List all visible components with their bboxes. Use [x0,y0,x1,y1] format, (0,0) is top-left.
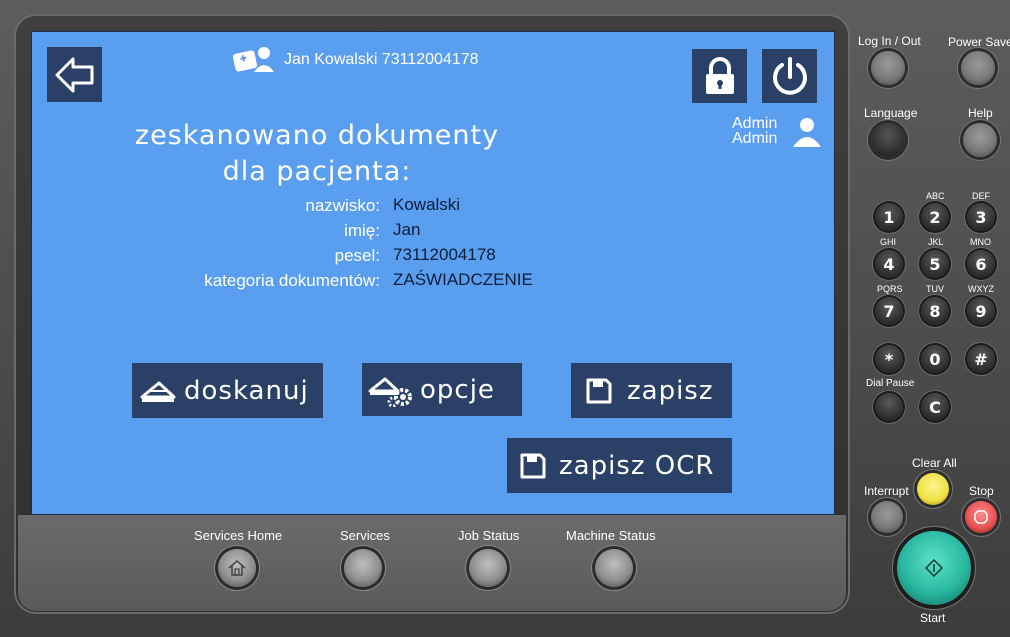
dial-pause-button[interactable] [875,393,903,421]
patient-name-pesel: Jan Kowalski 73112004178 [284,51,479,68]
login-label: Log In / Out [858,34,921,48]
key-3[interactable]: 3 [967,203,995,231]
key-star[interactable]: * [875,345,903,373]
interrupt-button[interactable] [871,501,903,533]
power-icon [772,57,807,95]
start-button[interactable] [897,531,971,605]
language-button[interactable] [871,123,905,157]
lock-icon [705,57,734,94]
back-button[interactable] [47,47,102,102]
power-saver-button[interactable] [961,51,995,85]
scanner-gear-icon [368,377,412,407]
save-ocr-button[interactable]: zapisz OCR [507,438,732,493]
field-label-surname: nazwisko: [305,196,380,215]
key-4[interactable]: 4 [875,250,903,278]
field-value-firstname: Jan [393,220,421,239]
key-8-letters: TUV [926,284,944,294]
title-line-1: zeskanowano dokumenty [134,120,500,151]
options-label: opcje [420,374,495,405]
start-diamond-icon [925,559,943,577]
admin-user-icon [793,118,821,147]
scanner-icon [140,381,176,402]
save-button[interactable]: zapisz [571,363,732,418]
services-label: Services [340,528,390,543]
language-label: Language [864,106,918,120]
key-1[interactable]: 1 [875,203,903,231]
bottom-key-bar [18,515,846,611]
job-status-label: Job Status [458,528,520,543]
floppy-disk-icon [520,453,546,478]
page-title: zeskanowano dokumenty dla pacjenta: [132,118,502,190]
services-home-label: Services Home [194,528,283,543]
key-2-letters: ABC [926,191,945,201]
patient-card-icon [232,47,274,72]
options-button[interactable]: opcje [362,363,522,416]
stop-icon [974,510,988,524]
field-value-surname: Kowalski [393,195,461,214]
job-status-button[interactable] [469,549,507,587]
clear-all-label: Clear All [912,456,957,470]
clear-all-button[interactable] [917,473,949,505]
key-7-letters: PQRS [877,284,903,294]
key-6[interactable]: 6 [967,250,995,278]
help-label: Help [968,106,993,120]
key-clear[interactable]: C [921,393,949,421]
services-home-button[interactable] [218,549,256,587]
field-value-pesel: 73112004178 [393,245,496,264]
key-5-letters: JKL [928,237,944,247]
admin-label: Admin Admin [732,115,778,147]
save-label: zapisz [627,375,714,406]
rescan-button[interactable]: doskanuj [132,363,323,418]
field-value-category: ZAŚWIADCZENIE [393,270,533,289]
field-label-pesel: pesel: [334,246,380,265]
home-icon [228,560,246,576]
save-ocr-label: zapisz OCR [559,450,715,481]
login-button[interactable] [871,51,905,85]
dial-pause-label: Dial Pause [866,378,915,389]
services-button[interactable] [344,549,382,587]
key-0[interactable]: 0 [921,345,949,373]
admin-line-1: Admin [732,115,778,132]
interrupt-label: Interrupt [864,484,909,498]
patient-header: Jan Kowalski 73112004178 [232,44,479,76]
key-6-letters: MNO [970,237,991,247]
touch-screen: Jan Kowalski 73112004178 Admin Admin zes… [31,31,835,515]
power-button[interactable] [762,49,817,103]
key-7[interactable]: 7 [875,297,903,325]
machine-status-button[interactable] [595,549,633,587]
help-button[interactable] [963,123,997,157]
key-4-letters: GHI [880,237,897,247]
field-label-category: kategoria dokumentów: [204,271,380,290]
title-line-2: dla pacjenta: [222,156,412,187]
field-label-firstname: imię: [344,221,380,240]
power-saver-label: Power Saver [948,35,1010,49]
key-5[interactable]: 5 [921,250,949,278]
key-hash[interactable]: # [967,345,995,373]
back-arrow-icon [55,57,93,92]
stop-label: Stop [969,484,994,498]
admin-line-2: Admin [732,130,778,147]
start-label: Start [920,611,946,625]
key-3-letters: DEF [972,191,990,201]
key-8[interactable]: 8 [921,297,949,325]
key-9-letters: WXYZ [968,284,994,294]
key-9[interactable]: 9 [967,297,995,325]
key-2[interactable]: 2 [921,203,949,231]
machine-status-label: Machine Status [566,528,656,543]
stop-button[interactable] [965,501,997,533]
floppy-disk-icon [586,378,612,403]
rescan-label: doskanuj [184,375,309,406]
lock-button[interactable] [692,49,747,103]
